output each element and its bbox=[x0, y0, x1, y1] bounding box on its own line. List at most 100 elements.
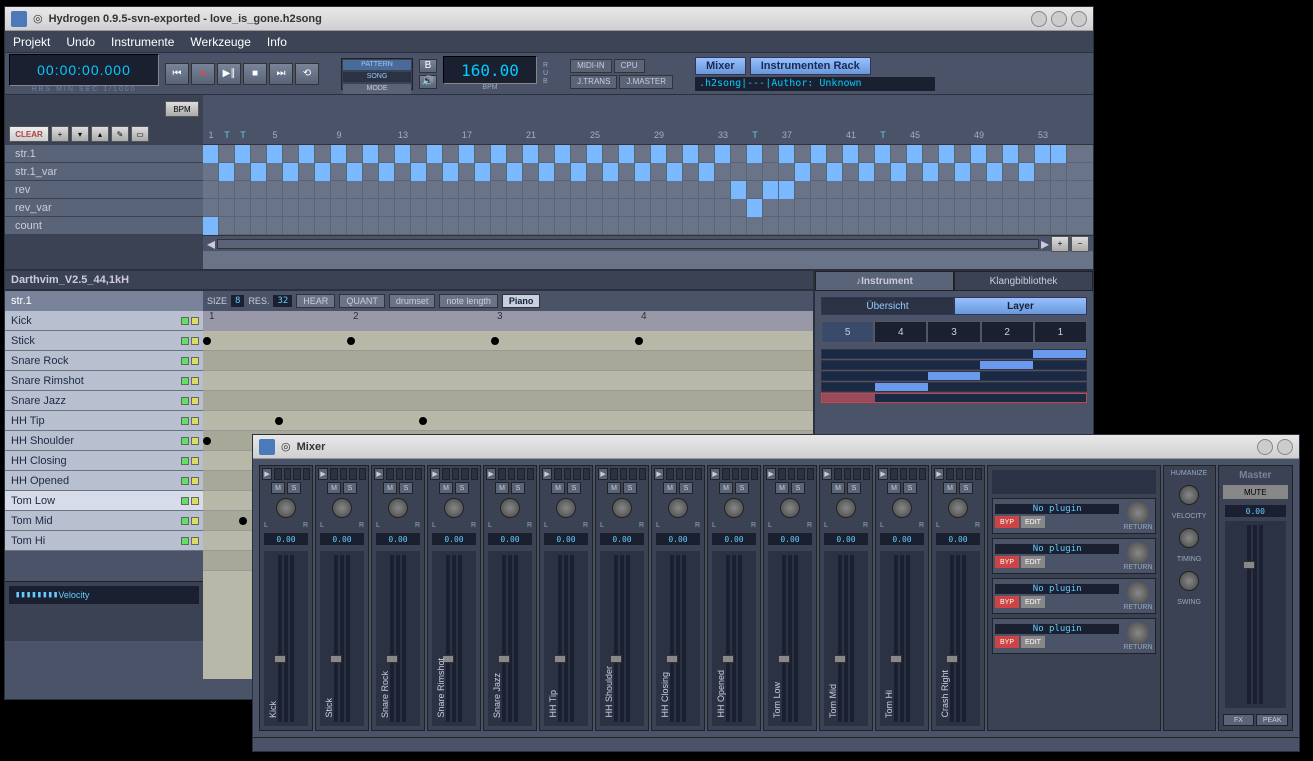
pattern-row-2[interactable]: rev bbox=[5, 181, 203, 199]
instrument-row-11[interactable]: Tom Hi bbox=[5, 531, 203, 551]
timeline-ruler[interactable]: 1TT59131721252933T3741T454953 bbox=[203, 95, 1093, 145]
bpm-marker-button[interactable]: BPM bbox=[165, 101, 199, 117]
fader[interactable]: HH Opened bbox=[712, 551, 756, 726]
bc-button[interactable]: B bbox=[419, 59, 437, 73]
fx-edit-button[interactable]: EDIT bbox=[1021, 636, 1045, 648]
pan-knob[interactable] bbox=[892, 498, 912, 518]
pattern-row-0[interactable]: str.1 bbox=[5, 145, 203, 163]
piano-row-1[interactable] bbox=[203, 351, 813, 371]
solo-button[interactable]: S bbox=[679, 482, 693, 494]
instrument-row-1[interactable]: Stick bbox=[5, 331, 203, 351]
size-field[interactable]: 8 bbox=[231, 295, 244, 307]
hear-button[interactable]: HEAR bbox=[296, 294, 335, 308]
select-tool-button[interactable]: ▭ bbox=[131, 126, 149, 142]
strip-play-button[interactable]: ▶ bbox=[934, 468, 944, 480]
solo-button[interactable]: S bbox=[791, 482, 805, 494]
menu-werkzeuge[interactable]: Werkzeuge bbox=[190, 35, 250, 49]
strip-play-button[interactable]: ▶ bbox=[766, 468, 776, 480]
maximize-button[interactable] bbox=[1051, 11, 1067, 27]
fx-bypass-button[interactable]: BYP bbox=[995, 636, 1019, 648]
song-row-3[interactable] bbox=[203, 199, 1093, 217]
piano-row-4[interactable] bbox=[203, 411, 813, 431]
fx-bypass-button[interactable]: BYP bbox=[995, 516, 1019, 528]
instrument-row-0[interactable]: Kick bbox=[5, 311, 203, 331]
notelength-select[interactable]: note length bbox=[439, 294, 498, 308]
pan-knob[interactable] bbox=[780, 498, 800, 518]
record-button[interactable]: ● bbox=[191, 63, 215, 85]
draw-tool-button[interactable]: ✎ bbox=[111, 126, 129, 142]
pan-knob[interactable] bbox=[668, 498, 688, 518]
velocity-knob[interactable] bbox=[1179, 485, 1199, 505]
piano-button[interactable]: Piano bbox=[502, 294, 541, 308]
instrument-row-10[interactable]: Tom Mid bbox=[5, 511, 203, 531]
instrument-row-3[interactable]: Snare Rimshot bbox=[5, 371, 203, 391]
bpm-display[interactable]: 160.00 bbox=[443, 56, 537, 84]
menu-undo[interactable]: Undo bbox=[66, 35, 95, 49]
resolution-field[interactable]: 32 bbox=[273, 295, 292, 307]
solo-button[interactable]: S bbox=[623, 482, 637, 494]
strip-play-button[interactable]: ▶ bbox=[710, 468, 720, 480]
fx-bypass-button[interactable]: BYP bbox=[995, 596, 1019, 608]
fader[interactable]: Tom Low bbox=[768, 551, 812, 726]
solo-button[interactable]: S bbox=[399, 482, 413, 494]
zoom-in-button[interactable]: + bbox=[1051, 236, 1069, 252]
song-row-4[interactable] bbox=[203, 217, 1093, 235]
loop-button[interactable]: ⟲ bbox=[295, 63, 319, 85]
peak-toggle-button[interactable]: PEAK bbox=[1256, 714, 1288, 726]
mute-button[interactable]: M bbox=[383, 482, 397, 494]
layer-cell-3[interactable]: 3 bbox=[927, 321, 980, 343]
mixer-minimize-button[interactable] bbox=[1257, 439, 1273, 455]
fader[interactable]: Tom Mid bbox=[824, 551, 868, 726]
pattern-row-1[interactable]: str.1_var bbox=[5, 163, 203, 181]
pattern-row-4[interactable]: count bbox=[5, 217, 203, 235]
instrument-row-7[interactable]: HH Closing bbox=[5, 451, 203, 471]
solo-button[interactable]: S bbox=[287, 482, 301, 494]
instrument-row-8[interactable]: HH Opened bbox=[5, 471, 203, 491]
mute-button[interactable]: M bbox=[495, 482, 509, 494]
menu-instrumente[interactable]: Instrumente bbox=[111, 35, 174, 49]
strip-play-button[interactable]: ▶ bbox=[654, 468, 664, 480]
solo-button[interactable]: S bbox=[959, 482, 973, 494]
mixer-close-button[interactable] bbox=[1277, 439, 1293, 455]
instrument-rack-button[interactable]: Instrumenten Rack bbox=[750, 57, 871, 75]
speaker-icon[interactable]: 🔊 bbox=[419, 75, 437, 89]
mute-button[interactable]: M bbox=[439, 482, 453, 494]
strip-play-button[interactable]: ▶ bbox=[542, 468, 552, 480]
fx-toggle-button[interactable]: FX bbox=[1223, 714, 1255, 726]
menu-info[interactable]: Info bbox=[267, 35, 287, 49]
song-scrollbar[interactable]: ◂ ▸ + − bbox=[203, 235, 1093, 251]
solo-button[interactable]: S bbox=[343, 482, 357, 494]
fader[interactable]: Snare Rock bbox=[376, 551, 420, 726]
instrument-row-4[interactable]: Snare Jazz bbox=[5, 391, 203, 411]
piano-row-2[interactable] bbox=[203, 371, 813, 391]
strip-play-button[interactable]: ▶ bbox=[430, 468, 440, 480]
strip-play-button[interactable]: ▶ bbox=[374, 468, 384, 480]
pan-knob[interactable] bbox=[276, 498, 296, 518]
add-pattern-button[interactable]: + bbox=[51, 126, 69, 142]
solo-button[interactable]: S bbox=[847, 482, 861, 494]
layer-cell-4[interactable]: 4 bbox=[874, 321, 927, 343]
pattern-up-button[interactable]: ▴ bbox=[91, 126, 109, 142]
return-knob[interactable] bbox=[1127, 502, 1149, 524]
fx-name[interactable]: No plugin bbox=[995, 544, 1119, 554]
instrument-row-6[interactable]: HH Shoulder bbox=[5, 431, 203, 451]
mute-button[interactable]: M bbox=[663, 482, 677, 494]
mute-button[interactable]: M bbox=[607, 482, 621, 494]
rewind-button[interactable]: ⏮ bbox=[165, 63, 189, 85]
fx-edit-button[interactable]: EDIT bbox=[1021, 556, 1045, 568]
solo-button[interactable]: S bbox=[511, 482, 525, 494]
mute-button[interactable]: M bbox=[551, 482, 565, 494]
instrument-row-5[interactable]: HH Tip bbox=[5, 411, 203, 431]
fader[interactable]: Tom Hi bbox=[880, 551, 924, 726]
instrument-row-9[interactable]: Tom Low bbox=[5, 491, 203, 511]
fx-name[interactable]: No plugin bbox=[995, 504, 1119, 514]
layer-cell-1[interactable]: 1 bbox=[1034, 321, 1087, 343]
pattern-down-button[interactable]: ▾ bbox=[71, 126, 89, 142]
zoom-out-button[interactable]: − bbox=[1071, 236, 1089, 252]
master-fader[interactable] bbox=[1225, 521, 1286, 708]
pan-knob[interactable] bbox=[444, 498, 464, 518]
pan-knob[interactable] bbox=[388, 498, 408, 518]
subtab-overview[interactable]: Übersicht bbox=[821, 297, 954, 315]
pan-knob[interactable] bbox=[332, 498, 352, 518]
swing-knob[interactable] bbox=[1179, 571, 1199, 591]
